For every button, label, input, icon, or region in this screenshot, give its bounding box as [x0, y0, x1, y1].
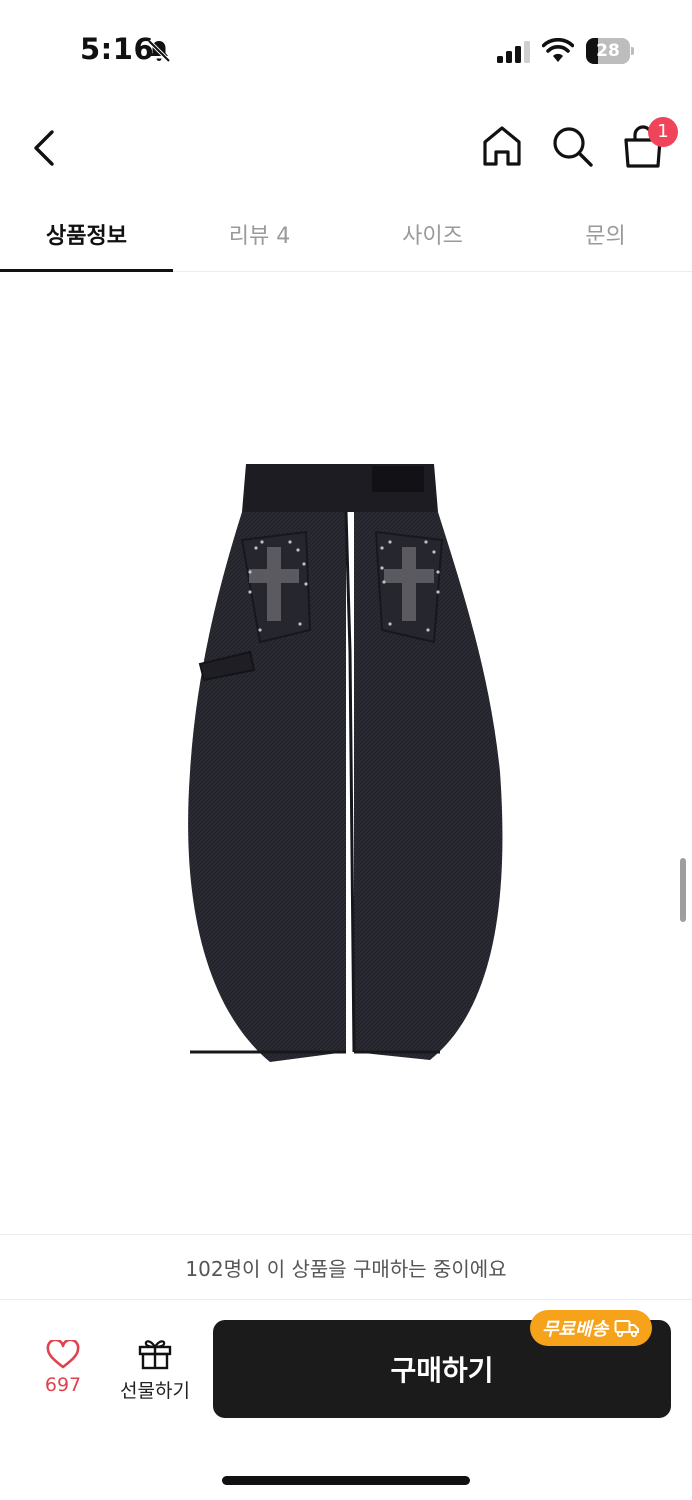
wifi-icon — [542, 38, 574, 62]
home-button[interactable] — [478, 122, 526, 172]
tab-size[interactable]: 사이즈 — [346, 196, 519, 271]
search-button[interactable] — [548, 122, 596, 172]
cart-count-badge: 1 — [648, 117, 678, 147]
free-shipping-label: 무료배송 — [542, 1319, 609, 1340]
like-button[interactable]: 697 — [28, 1340, 98, 1410]
bell-slash-icon — [147, 39, 171, 63]
product-tabs: 상품정보 리뷰 4 사이즈 문의 — [0, 196, 692, 272]
tab-inquiry[interactable]: 문의 — [519, 196, 692, 271]
tab-product-info[interactable]: 상품정보 — [0, 196, 173, 272]
pants-image — [188, 464, 503, 1062]
home-icon — [483, 126, 521, 166]
status-bar: 5:16 28 — [0, 0, 692, 100]
like-count: 697 — [44, 1374, 82, 1396]
gift-label: 선물하기 — [120, 1380, 190, 1402]
free-shipping-badge: 무료배송 — [530, 1310, 653, 1346]
chevron-left-icon — [34, 130, 54, 166]
tab-reviews[interactable]: 리뷰 4 — [173, 196, 346, 271]
gift-icon — [138, 1340, 172, 1370]
purchase-activity-notice: 102명이 이 상품을 구매하는 중이에요 — [0, 1234, 692, 1300]
bottom-action-bar: 697 선물하기 구매하기 무료배송 — [0, 1300, 692, 1500]
back-button[interactable] — [22, 124, 66, 172]
cellular-signal-icon — [497, 41, 530, 63]
search-icon — [553, 127, 593, 167]
top-navigation — [0, 100, 692, 196]
gift-button[interactable]: 선물하기 — [110, 1336, 200, 1412]
home-indicator — [222, 1476, 470, 1485]
battery-percent: 28 — [596, 41, 620, 61]
battery-indicator: 28 — [586, 38, 634, 64]
status-time: 5:16 — [80, 32, 155, 66]
product-image — [0, 272, 692, 1477]
scrollbar[interactable] — [680, 858, 686, 922]
heart-icon — [46, 1340, 80, 1369]
delivery-truck-icon — [614, 1320, 640, 1338]
